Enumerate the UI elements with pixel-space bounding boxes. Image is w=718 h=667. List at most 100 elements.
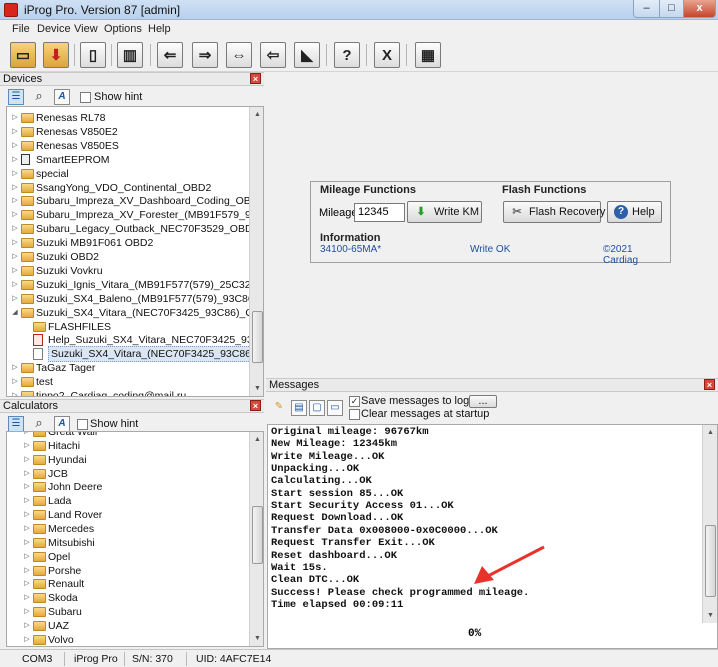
save-folder-icon[interactable]: ⬇: [43, 42, 69, 68]
calculator-icon[interactable]: ▦: [415, 42, 441, 68]
scroll-thumb[interactable]: [705, 525, 716, 597]
expand-icon[interactable]: ▷: [23, 636, 31, 644]
expand-icon[interactable]: ▷: [23, 553, 31, 561]
new-file-icon[interactable]: ▯: [80, 42, 106, 68]
expand-icon[interactable]: ▷: [11, 295, 19, 303]
erase-icon[interactable]: ⇦: [260, 42, 286, 68]
expand-icon[interactable]: ▷: [11, 170, 19, 178]
expand-icon[interactable]: ▷: [11, 197, 19, 205]
expand-icon[interactable]: ▷: [23, 608, 31, 616]
tree-view-icon[interactable]: ☰: [8, 416, 24, 432]
expand-icon[interactable]: ▷: [11, 128, 19, 136]
menu-help[interactable]: Help: [148, 23, 171, 35]
calculator-tree-item[interactable]: ▷ Mercedes: [7, 522, 247, 536]
close-calculators-panel-icon[interactable]: ×: [250, 400, 261, 411]
search-icon[interactable]: ⌕: [31, 89, 47, 105]
expand-icon[interactable]: ▷: [23, 525, 31, 533]
menu-device[interactable]: Device: [37, 23, 71, 35]
expand-icon[interactable]: ▷: [11, 378, 19, 386]
close-window-button[interactable]: x: [683, 0, 716, 18]
device-tree-item[interactable]: ▷ special: [7, 167, 247, 181]
show-hint-checkbox[interactable]: [80, 92, 91, 103]
calculator-tree-item[interactable]: ▷ Volvo: [7, 633, 247, 646]
menu-view[interactable]: View: [74, 23, 98, 35]
show-hint-checkbox[interactable]: [77, 419, 88, 430]
scroll-down-icon[interactable]: ▼: [250, 631, 263, 646]
device-tree-item[interactable]: ▷ Suzuki_SX4_Baleno_(MB91F577(579)_93C86): [7, 292, 257, 306]
tree-view-icon[interactable]: ☰: [8, 89, 24, 105]
open-folder-icon[interactable]: ▭: [10, 42, 36, 68]
calculator-tree-item[interactable]: ▷ Great Wall: [7, 432, 247, 439]
calculator-tree-item[interactable]: ▷ Subaru: [7, 605, 247, 619]
copy-messages-icon[interactable]: ▤: [291, 400, 307, 416]
calculator-tree-item[interactable]: ▷ Skoda: [7, 591, 247, 605]
expand-icon[interactable]: ▷: [23, 497, 31, 505]
help-button[interactable]: ? Help: [607, 201, 662, 223]
read-icon[interactable]: ⇐: [157, 42, 183, 68]
device-tree-item[interactable]: ▷ Suzuki Vovkru: [7, 264, 247, 278]
device-tree-item[interactable]: Suzuki_SX4_Vitara_(NEC70F3425_93C86)_OBD…: [7, 346, 263, 363]
font-icon[interactable]: A: [54, 416, 70, 432]
flash-recovery-button[interactable]: ✂ Flash Recovery: [503, 201, 605, 223]
minimize-button[interactable]: –: [633, 0, 660, 18]
calculator-tree-item[interactable]: ▷ JCB: [7, 467, 247, 481]
calculators-tree[interactable]: ▷ Great Wall ▷ Hitachi ▷ Hyundai ▷ JCB ▷ John Dee…: [6, 431, 264, 647]
save-log-checkbox[interactable]: ✓: [349, 396, 360, 407]
device-tree-item[interactable]: ◢ Suzuki_SX4_Vitara_(NEC70F3425_93C86)_OB…: [7, 306, 263, 320]
browse-log-button[interactable]: ...: [469, 395, 497, 408]
search-icon[interactable]: ⌕: [31, 416, 47, 432]
clear-startup-checkbox[interactable]: [349, 409, 360, 420]
calculator-tree-item[interactable]: ▷ Lada: [7, 494, 247, 508]
expand-icon[interactable]: ▷: [23, 432, 31, 436]
expand-icon[interactable]: ▷: [11, 142, 19, 150]
expand-icon[interactable]: ▷: [23, 539, 31, 547]
calculator-tree-item[interactable]: ▷ John Deere: [7, 480, 247, 494]
close-devices-panel-icon[interactable]: ×: [250, 73, 261, 84]
expand-icon[interactable]: ▷: [11, 156, 19, 164]
scroll-up-icon[interactable]: ▲: [250, 432, 263, 447]
device-tree-item[interactable]: ▷ Renesas RL78: [7, 111, 247, 125]
calculators-scrollbar[interactable]: ▲ ▼: [249, 432, 263, 646]
device-tree-item[interactable]: ▷ SmartEEPROM: [7, 153, 247, 167]
device-tree-item[interactable]: Help_Suzuki_SX4_Vitara_NEC70F3425_93C86.…: [7, 333, 263, 347]
messages-log[interactable]: Original mileage: 96767km New Mileage: 12…: [267, 424, 718, 649]
expand-icon[interactable]: ▷: [11, 239, 19, 247]
calculator-tree-item[interactable]: ▷ Porshe: [7, 564, 247, 578]
device-tree-item[interactable]: ▷ tippo2_Cardiag_coding@mail.ru: [7, 389, 247, 396]
calculator-tree-item[interactable]: ▷ Opel: [7, 550, 247, 564]
chip-icon[interactable]: ▥: [117, 42, 143, 68]
calculator-tree-item[interactable]: ▷ Hyundai: [7, 453, 247, 467]
expand-icon[interactable]: ▷: [11, 267, 19, 275]
font-icon[interactable]: A: [54, 89, 70, 105]
collapse-icon[interactable]: ◢: [11, 309, 19, 317]
close-icon[interactable]: X: [374, 42, 400, 68]
expand-icon[interactable]: ▷: [11, 281, 19, 289]
expand-icon[interactable]: ▷: [11, 114, 19, 122]
device-tree-item[interactable]: ▷ Subaru_Impreza_XV_Forester_(MB91F579_93…: [7, 208, 263, 222]
expand-icon[interactable]: ▷: [23, 470, 31, 478]
expand-icon[interactable]: ▷: [11, 364, 19, 372]
scroll-up-icon[interactable]: ▲: [703, 425, 717, 440]
device-tree-item[interactable]: ▷ SsangYong_VDO_Continental_OBD2: [7, 181, 247, 195]
expand-icon[interactable]: ▷: [23, 567, 31, 575]
messages-scrollbar[interactable]: ▲ ▼: [702, 425, 717, 623]
mileage-input[interactable]: 12345: [354, 203, 405, 222]
device-tree-item[interactable]: ▷ TaGaz Tager: [7, 361, 247, 375]
write-km-button[interactable]: ⬇ Write KM: [407, 201, 482, 223]
expand-icon[interactable]: ▷: [23, 456, 31, 464]
devices-tree[interactable]: ▷ Renesas RL78 ▷ Renesas V850E2 ▷ Renesas V85…: [6, 106, 264, 397]
scroll-down-icon[interactable]: ▼: [250, 381, 263, 396]
paste-messages-icon[interactable]: ▢: [309, 400, 325, 416]
expand-icon[interactable]: ▷: [23, 622, 31, 630]
device-tree-item[interactable]: ▷ Subaru_Impreza_XV_Dashboard_Coding_OBD2: [7, 194, 263, 208]
expand-icon[interactable]: ▷: [23, 580, 31, 588]
blank-icon[interactable]: ◣: [294, 42, 320, 68]
clear-messages-icon[interactable]: ✎: [271, 400, 287, 416]
expand-icon[interactable]: ▷: [11, 253, 19, 261]
expand-icon[interactable]: ▷: [11, 184, 19, 192]
device-tree-item[interactable]: ▷ Renesas V850E2: [7, 125, 247, 139]
expand-icon[interactable]: ▷: [23, 594, 31, 602]
calculator-tree-item[interactable]: ▷ UAZ: [7, 619, 247, 633]
scroll-thumb[interactable]: [252, 506, 263, 564]
device-tree-item[interactable]: ▷ test: [7, 375, 247, 389]
